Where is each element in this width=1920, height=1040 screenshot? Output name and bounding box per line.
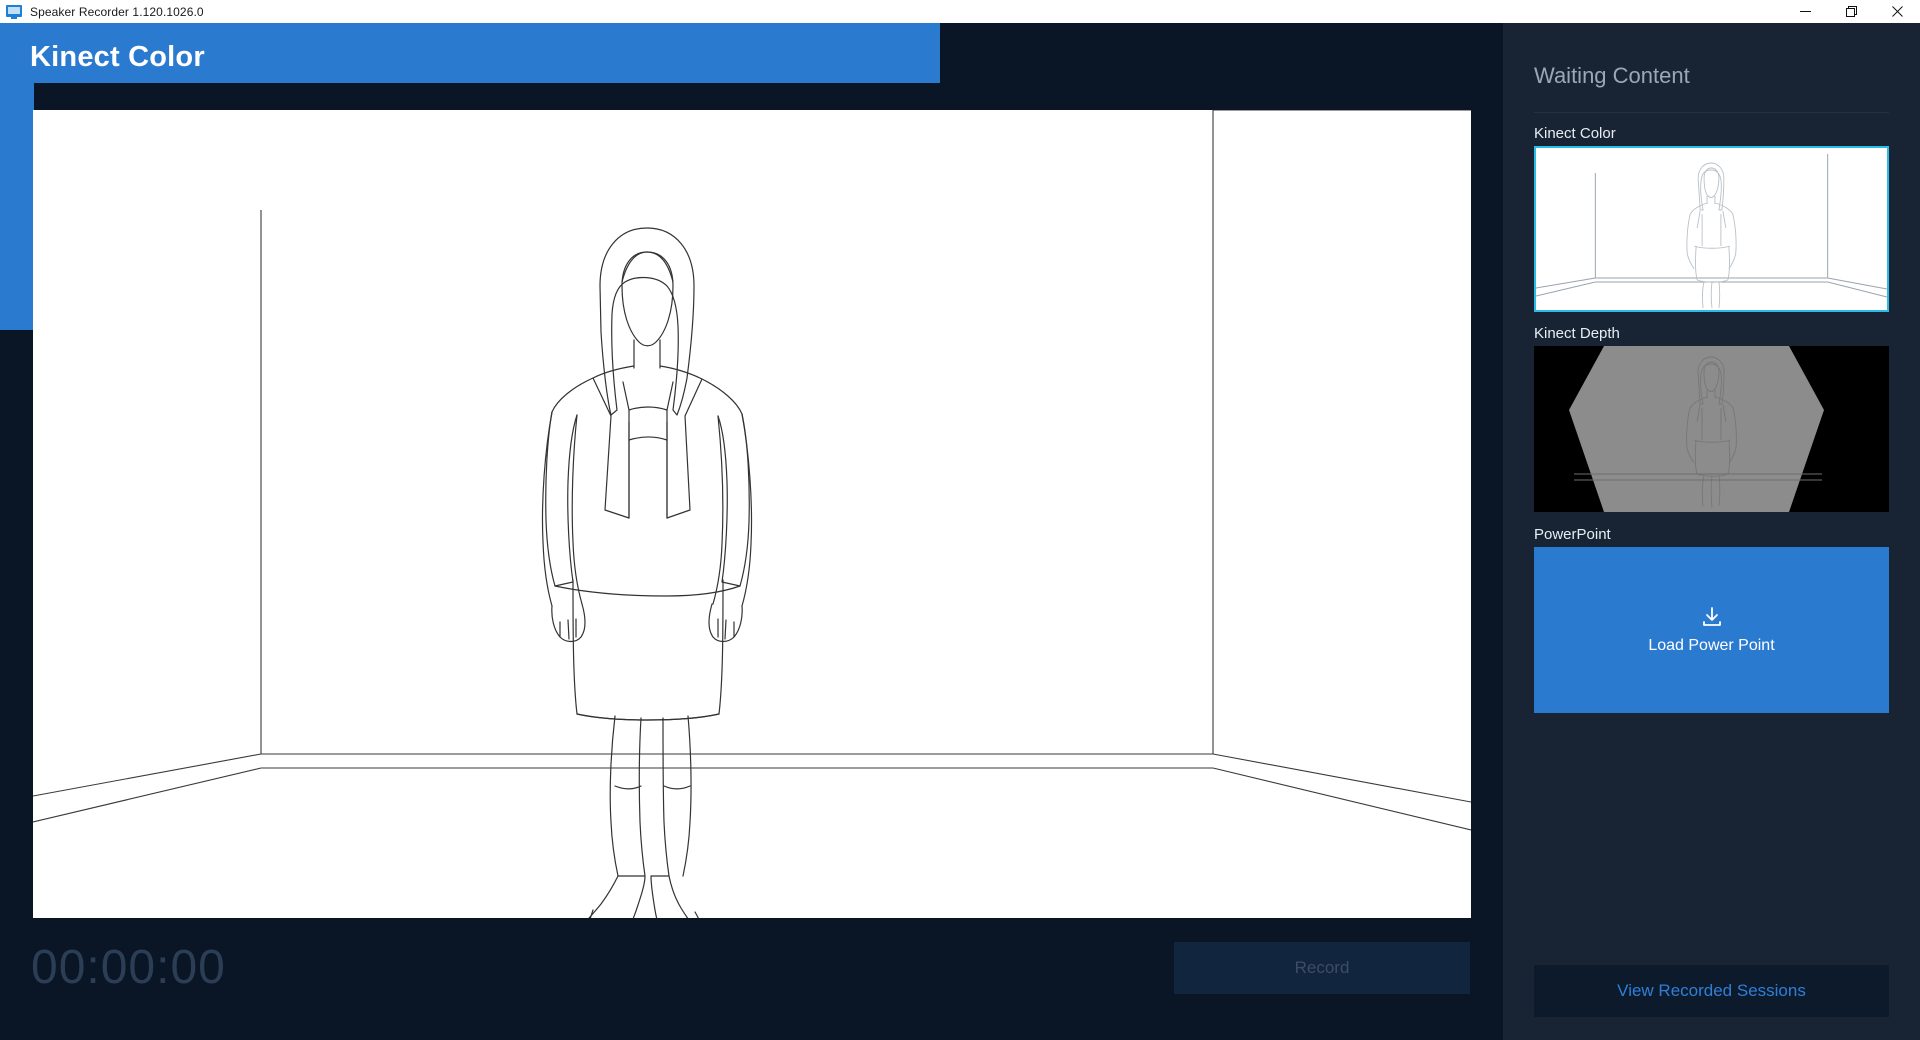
window-title: Speaker Recorder 1.120.1026.0 [30,4,204,19]
record-button[interactable]: Record [1174,942,1470,994]
panel-label-kinect-color: Kinect Color [1534,125,1616,142]
panel-label-powerpoint: PowerPoint [1534,526,1611,543]
room-line-art [33,110,1471,918]
restore-button[interactable] [1828,0,1874,23]
view-recorded-sessions-button[interactable]: View Recorded Sessions [1534,965,1889,1017]
panel-label-kinect-depth: Kinect Depth [1534,325,1620,342]
download-tray-icon [1702,606,1721,626]
minimize-icon [1799,11,1811,12]
restore-icon [1845,6,1857,17]
header-banner-left-strip [0,83,34,330]
view-recorded-sessions-label: View Recorded Sessions [1617,981,1806,1000]
record-button-label: Record [1294,958,1350,977]
kinect-color-viewport[interactable] [33,110,1471,918]
main-topbar [940,23,1503,83]
page-title: Kinect Color [30,41,205,73]
close-icon [1891,6,1903,17]
close-button[interactable] [1874,0,1920,23]
thumbnail-kinect-depth[interactable] [1534,346,1889,512]
recording-timer: 00:00:00 [31,941,226,994]
load-powerpoint-label: Load Power Point [1648,636,1775,654]
kinect-color-thumbnail-art [1536,154,1887,309]
window-controls [1782,0,1920,23]
load-powerpoint-button[interactable]: Load Power Point [1534,547,1889,713]
sidebar-divider [1534,112,1889,113]
sidebar-heading: Waiting Content [1534,63,1690,88]
waiting-content-sidebar: Waiting Content Kinect Color Kinect Dept… [1503,23,1920,1040]
app-icon [6,4,22,20]
minimize-button[interactable] [1782,0,1828,23]
thumbnail-kinect-color[interactable] [1534,146,1889,312]
window-titlebar: Speaker Recorder 1.120.1026.0 [0,0,1920,23]
kinect-depth-thumbnail-art [1534,346,1889,512]
